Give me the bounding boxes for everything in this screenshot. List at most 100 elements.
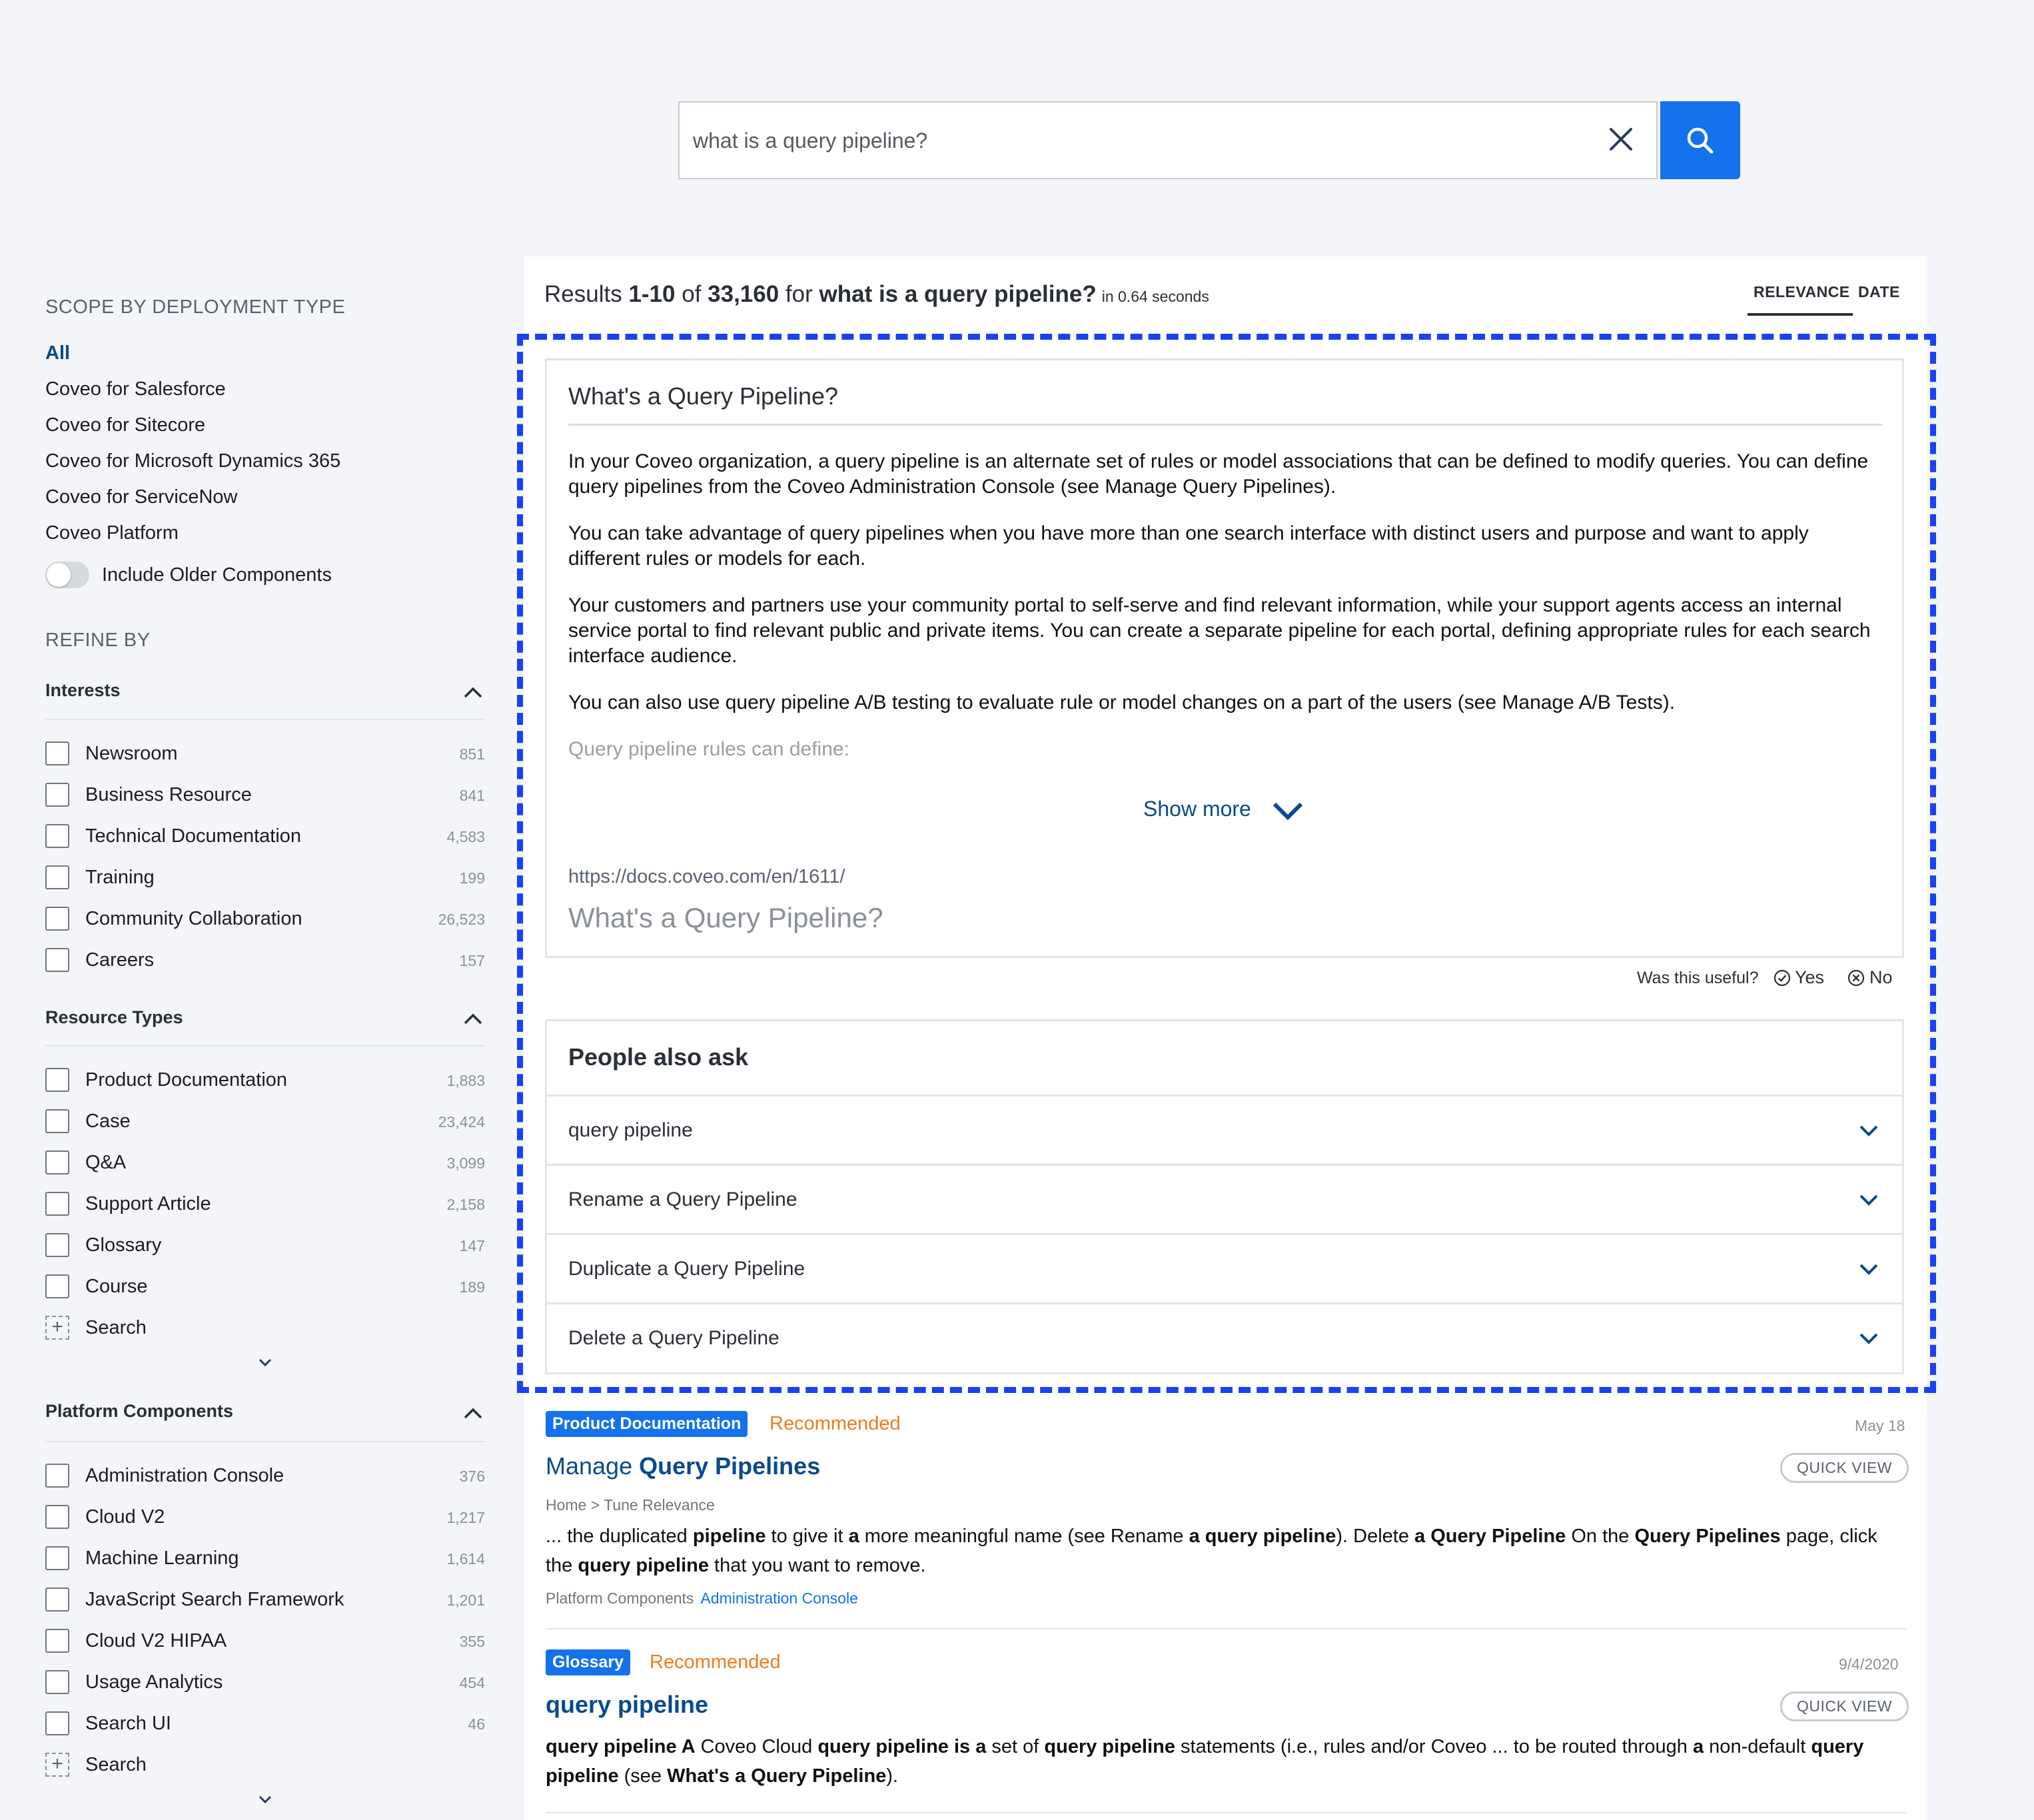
checkbox[interactable] <box>45 1670 69 1694</box>
scope-item-servicenow[interactable]: Coveo for ServiceNow <box>45 486 238 508</box>
facet-value[interactable]: Cloud V2 1,217 <box>45 1498 485 1539</box>
checkbox[interactable] <box>45 1711 69 1735</box>
excerpt-highlight: Query Pipelines <box>1634 1526 1781 1547</box>
scope-item-platform[interactable]: Coveo Platform <box>45 522 179 544</box>
facet-value[interactable]: Machine Learning 1,614 <box>45 1539 485 1580</box>
facet-value-count: 1,883 <box>446 1072 485 1089</box>
facet-value[interactable]: Technical Documentation 4,583 <box>45 817 485 858</box>
checkbox[interactable] <box>45 1109 69 1133</box>
facet-value[interactable]: Newsroom 851 <box>45 734 485 775</box>
summary-total: 33,160 <box>708 281 779 307</box>
facet-search-platform-components[interactable]: + Search <box>45 1745 312 1787</box>
result-breadcrumb: Home > Tune Relevance <box>546 1496 715 1514</box>
excerpt-highlight: query pipeline <box>578 1555 709 1576</box>
checkbox[interactable] <box>45 1192 69 1216</box>
result-type-badge: Product Documentation <box>546 1411 748 1437</box>
facet-value-count: 46 <box>468 1715 485 1733</box>
result-title-bold: query pipeline <box>546 1691 709 1718</box>
checkbox[interactable] <box>45 1233 69 1257</box>
facet-value-label: Business Resource <box>85 784 252 805</box>
facet-value[interactable]: Product Documentation 1,883 <box>45 1061 485 1102</box>
checkbox[interactable] <box>45 1068 69 1092</box>
chevron-up-icon[interactable] <box>461 1007 485 1031</box>
checkbox[interactable] <box>45 783 69 807</box>
checkbox[interactable] <box>45 865 69 889</box>
refine-title: REFINE BY <box>45 630 151 651</box>
facet-value[interactable]: Community Collaboration 26,523 <box>45 899 485 941</box>
sort-relevance[interactable]: RELEVANCE <box>1754 283 1850 301</box>
facet-value[interactable]: Careers 157 <box>45 941 485 982</box>
facet-value-label: Glossary <box>85 1234 162 1256</box>
scope-item-all[interactable]: All <box>45 342 70 364</box>
toggle-knob <box>47 563 71 587</box>
facet-value-count: 199 <box>459 869 485 887</box>
facet-divider <box>45 1441 485 1442</box>
checkbox[interactable] <box>45 1274 69 1298</box>
facet-value[interactable]: Q&A 3,099 <box>45 1143 485 1184</box>
older-components-toggle[interactable] <box>45 562 89 588</box>
chevron-up-icon[interactable] <box>461 681 485 705</box>
facet-value-count: 189 <box>459 1278 485 1296</box>
summary-query: what is a query pipeline? <box>819 281 1097 307</box>
chevron-down-icon[interactable] <box>255 1789 275 1809</box>
chevron-down-icon[interactable] <box>255 1352 275 1372</box>
excerpt-highlight: a <box>1692 1736 1704 1757</box>
checkbox[interactable] <box>45 1505 69 1529</box>
facet-value[interactable]: JavaScript Search Framework 1,201 <box>45 1580 485 1621</box>
scope-item-sitecore[interactable]: Coveo for Sitecore <box>45 414 205 436</box>
result-fields: Platform Components Administration Consol… <box>546 1590 858 1607</box>
facet-value[interactable]: Usage Analytics 454 <box>45 1663 485 1704</box>
result-title[interactable]: Manage Query Pipelines <box>546 1452 820 1480</box>
search-button[interactable] <box>1660 101 1740 179</box>
results-summary: Results 1-10 of 33,160 for what is a que… <box>544 281 1209 308</box>
close-icon <box>1610 128 1632 151</box>
sort-date[interactable]: DATE <box>1858 283 1900 301</box>
result-excerpt: ... the duplicated pipeline to give it a… <box>546 1522 1901 1580</box>
summary-for: for <box>779 281 819 307</box>
checkbox[interactable] <box>45 907 69 931</box>
facet-value[interactable]: Glossary 147 <box>45 1226 485 1267</box>
facet-value[interactable]: Administration Console 376 <box>45 1456 485 1498</box>
facet-value[interactable]: Business Resource 841 <box>45 775 485 817</box>
result-divider <box>546 1812 1907 1813</box>
excerpt-text: On the <box>1566 1526 1635 1547</box>
facet-value[interactable]: Support Article 2,158 <box>45 1184 485 1226</box>
result-excerpt: query pipeline A Coveo Cloud query pipel… <box>546 1732 1901 1791</box>
checkbox[interactable] <box>45 1588 69 1611</box>
checkbox[interactable] <box>45 741 69 765</box>
quick-view-button[interactable]: QUICK VIEW <box>1780 1691 1909 1721</box>
quick-view-button[interactable]: QUICK VIEW <box>1780 1453 1909 1483</box>
excerpt-highlight: a query pipeline <box>1189 1526 1336 1547</box>
checkbox[interactable] <box>45 1150 69 1174</box>
facet-value-label: Cloud V2 HIPAA <box>85 1630 227 1651</box>
result-title[interactable]: query pipeline <box>546 1691 708 1719</box>
checkbox[interactable] <box>45 824 69 848</box>
scope-item-salesforce[interactable]: Coveo for Salesforce <box>45 378 226 400</box>
excerpt-text: statements (i.e., rules and/or Coveo ...… <box>1175 1736 1693 1757</box>
facet-value[interactable]: Course 189 <box>45 1267 485 1308</box>
facet-value[interactable]: Training 199 <box>45 858 485 899</box>
result-date: May 18 <box>1855 1417 1905 1434</box>
checkbox[interactable] <box>45 948 69 972</box>
excerpt-highlight: pipeline <box>692 1526 766 1547</box>
search-input[interactable] <box>692 103 1600 179</box>
scope-title: SCOPE BY DEPLOYMENT TYPE <box>45 296 346 318</box>
facet-value[interactable]: Search UI 46 <box>45 1704 485 1745</box>
facet-value[interactable]: Case 23,424 <box>45 1102 485 1143</box>
field-value-link[interactable]: Administration Console <box>700 1590 858 1607</box>
chevron-up-icon[interactable] <box>461 1402 485 1426</box>
excerpt-text: to give it <box>765 1526 849 1547</box>
facet-value-count: 1,217 <box>446 1509 485 1526</box>
checkbox[interactable] <box>45 1629 69 1653</box>
result-title-plain: Manage <box>546 1452 640 1480</box>
result-type-badge: Glossary <box>546 1649 631 1675</box>
checkbox[interactable] <box>45 1546 69 1570</box>
facet-value-label: Machine Learning <box>85 1548 239 1569</box>
highlight-frame <box>517 334 1936 1393</box>
facet-search-resource-types[interactable]: + Search <box>45 1308 312 1350</box>
facet-value[interactable]: Cloud V2 HIPAA 355 <box>45 1621 485 1663</box>
excerpt-text: that you want to remove. <box>708 1555 926 1576</box>
clear-search-button[interactable] <box>1604 123 1638 156</box>
scope-item-dynamics[interactable]: Coveo for Microsoft Dynamics 365 <box>45 450 340 472</box>
checkbox[interactable] <box>45 1464 69 1488</box>
